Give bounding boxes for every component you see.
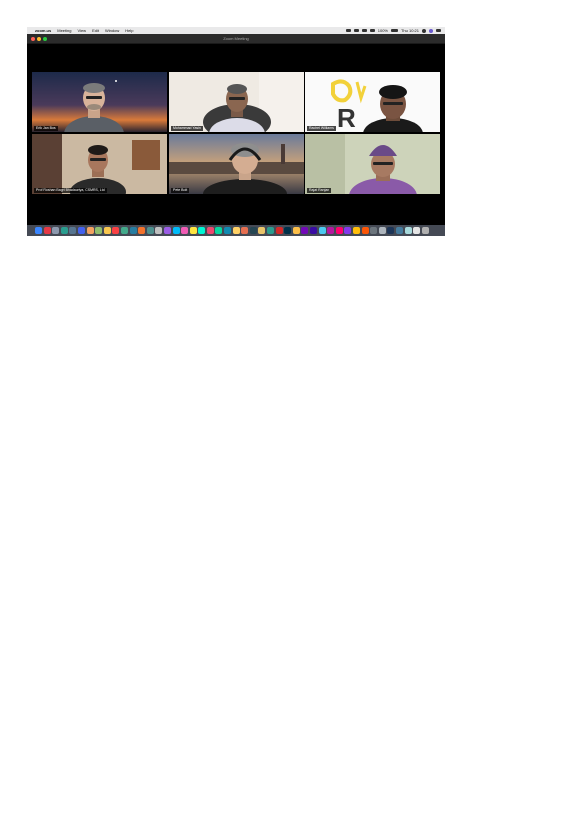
dock-app-icon[interactable]	[318, 227, 326, 234]
dock-app-icon[interactable]	[189, 227, 197, 234]
menu-edit[interactable]: Edit	[92, 27, 99, 34]
menu-meeting[interactable]: Meeting	[57, 27, 71, 34]
participant-tile[interactable]: Erik Jan Bos	[32, 72, 167, 132]
dock-app-icon[interactable]	[77, 227, 85, 234]
dock-app-icon[interactable]	[103, 227, 111, 234]
dock-app-icon[interactable]	[284, 227, 292, 234]
participant-tile[interactable]: R Rachel Williams	[305, 72, 440, 132]
dock-app-icon[interactable]	[352, 227, 360, 234]
dock-app-icon[interactable]	[258, 227, 266, 234]
participant-video	[169, 72, 304, 132]
dock-app-icon[interactable]	[43, 227, 51, 234]
window-title: Zoom Meeting	[223, 36, 249, 41]
dock-app-icon[interactable]	[224, 227, 232, 234]
dock-app-icon[interactable]	[275, 227, 283, 234]
dock-app-icon[interactable]	[146, 227, 154, 234]
battery-percent: 100%	[377, 28, 388, 33]
participant-video	[169, 134, 304, 194]
dock-app-icon[interactable]	[387, 227, 395, 234]
dock-app-icon[interactable]	[395, 227, 403, 234]
menu-view[interactable]: View	[77, 27, 86, 34]
menu-window[interactable]: Window	[105, 27, 119, 34]
dock-app-icon[interactable]	[310, 227, 317, 234]
macos-dock	[27, 225, 445, 236]
dock-app-icon[interactable]	[112, 227, 120, 234]
dock-app-icon[interactable]	[232, 227, 240, 234]
zoom-window-titlebar: Zoom Meeting	[27, 34, 445, 44]
participant-tile[interactable]: Mohammad Yasin	[169, 72, 304, 132]
dock-app-icon[interactable]	[361, 227, 369, 234]
zoom-status-icon[interactable]	[345, 28, 351, 33]
participant-tile[interactable]: Prof Roshan Bagri Bhadauriya, CSMRS, Ltd	[32, 134, 167, 194]
participant-name: Pete Bolt	[171, 188, 190, 193]
macos-menubar: zoom.us Meeting View Edit Window Help 10…	[27, 27, 445, 34]
participant-name: Rachel Williams	[307, 126, 336, 131]
participant-tile[interactable]: Rajat Ranjan	[305, 134, 440, 194]
dock-app-icon[interactable]	[378, 227, 386, 234]
zoom-screenshot: zoom.us Meeting View Edit Window Help 10…	[27, 27, 445, 236]
dock-app-icon[interactable]	[327, 227, 335, 234]
dock-app-icon[interactable]	[241, 227, 249, 234]
dock-app-icon[interactable]	[52, 227, 60, 234]
dock-app-icon[interactable]	[344, 227, 352, 234]
control-center-icon[interactable]	[436, 28, 441, 33]
participant-video	[305, 134, 440, 194]
dock-app-icon[interactable]	[129, 227, 137, 234]
dock-app-icon[interactable]	[155, 227, 163, 234]
dock-app-icon[interactable]	[335, 227, 343, 234]
participant-video: R	[305, 72, 440, 132]
siri-icon[interactable]	[429, 28, 433, 33]
dock-app-icon[interactable]	[404, 227, 412, 234]
wifi-icon[interactable]	[369, 28, 375, 33]
participant-name: Mohammad Yasin	[171, 126, 203, 131]
dock-app-icon[interactable]	[172, 227, 180, 234]
dock-app-icon[interactable]	[181, 227, 189, 234]
active-speaker-tile[interactable]: Pete Bolt	[169, 134, 304, 194]
dock-app-icon[interactable]	[413, 227, 421, 234]
participant-name: Erik Jan Bos	[34, 126, 58, 131]
brand-letter-r: R	[337, 103, 356, 132]
dock-app-icon[interactable]	[198, 227, 206, 234]
participant-name: Rajat Ranjan	[307, 188, 332, 193]
dock-app-icon[interactable]	[267, 227, 275, 234]
dock-app-icon[interactable]	[292, 227, 300, 234]
menubar-status-area: 100% Thu 10:21	[345, 27, 441, 34]
bluetooth-icon[interactable]	[361, 28, 367, 33]
dock-app-icon[interactable]	[421, 227, 429, 234]
battery-icon[interactable]	[390, 28, 398, 33]
dock-app-icon[interactable]	[206, 227, 214, 234]
dock-app-icon[interactable]	[138, 227, 146, 234]
menu-app-name[interactable]: zoom.us	[35, 27, 51, 34]
clock[interactable]: Thu 10:21	[401, 27, 419, 34]
participant-name: Prof Roshan Bagri Bhadauriya, CSMRS, Ltd	[34, 188, 107, 193]
dock-app-icon[interactable]	[370, 227, 378, 234]
dock-app-icon[interactable]	[249, 227, 257, 234]
menu-help[interactable]: Help	[125, 27, 133, 34]
dock-app-icon[interactable]	[95, 227, 103, 234]
search-icon[interactable]	[422, 28, 426, 33]
dropbox-icon[interactable]	[353, 28, 359, 33]
dock-app-icon[interactable]	[120, 227, 128, 234]
dock-app-icon[interactable]	[35, 227, 42, 234]
dock-app-icon[interactable]	[86, 227, 94, 234]
dock-app-icon[interactable]	[60, 227, 68, 234]
dock-app-icon[interactable]	[69, 227, 77, 234]
participant-video	[32, 72, 167, 132]
participant-video	[32, 134, 167, 194]
dock-app-icon[interactable]	[163, 227, 171, 234]
dock-app-icon[interactable]	[301, 227, 309, 234]
dock-app-icon[interactable]	[215, 227, 223, 234]
